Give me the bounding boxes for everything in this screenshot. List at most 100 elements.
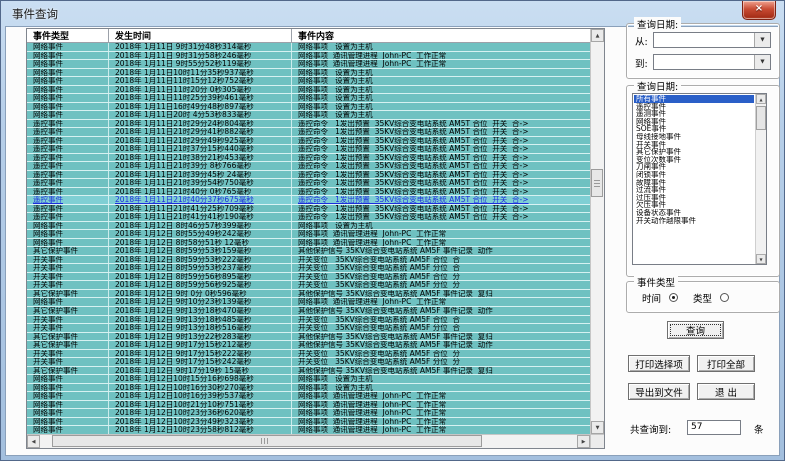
list-item[interactable]: 设备状态事件 [634, 209, 754, 217]
exit-button[interactable]: 退 出 [697, 383, 755, 400]
list-item[interactable]: 刀闸事件 [634, 163, 754, 171]
list-item[interactable]: 遥控事件 [634, 103, 754, 111]
cell-time: 2018年 1月12日10时23分49秒323毫秒 [109, 418, 292, 426]
to-date-combobox[interactable]: 2018年 1月12日 ▼ [653, 54, 771, 70]
to-dropdown-icon[interactable]: ▼ [754, 55, 770, 69]
print-selected-button[interactable]: 打印选择项 [628, 355, 690, 372]
cell-type: 网络事件 [27, 375, 109, 383]
listbox-scroll-down-icon[interactable]: ▼ [756, 254, 766, 264]
list-item[interactable]: SOE事件 [634, 125, 754, 133]
list-item[interactable]: 遥测事件 [634, 110, 754, 118]
from-date-combobox[interactable]: 2018年 1月11日 ▼ [653, 32, 771, 48]
table-row[interactable]: 其它保护事件2018年 1月12日 9时17分15秒212毫秒其他保护信号 35… [27, 341, 590, 350]
radio-type[interactable] [720, 293, 729, 302]
list-item[interactable]: 所有事件 [634, 95, 754, 103]
list-item[interactable]: 网络事件 [634, 118, 754, 126]
radio-time[interactable] [669, 293, 678, 302]
print-all-button[interactable]: 打印全部 [697, 355, 755, 372]
horizontal-scroll-thumb[interactable] [52, 435, 482, 447]
table-row[interactable]: 遥控事件2018年 1月11日21时37分15秒440毫秒遥控命令 1发出预置 … [27, 145, 590, 154]
cell-type: 网络事件 [27, 94, 109, 102]
vertical-scrollbar[interactable]: ▲ ▼ [590, 29, 604, 434]
table-row[interactable]: 开关事件2018年 1月12日 9时17分15秒242毫秒开关变位 35KV综合… [27, 358, 590, 367]
table-header-event-content: 事件内容 [292, 29, 590, 42]
scroll-down-icon[interactable]: ▼ [591, 421, 604, 434]
table-row[interactable]: 网络事件2018年 1月12日10时23分36秒620毫秒网络事项 通讯管理进程… [27, 409, 590, 418]
event-type-listbox[interactable]: 所有事件遥控事件遥测事件网络事件SOE事件母线接地事件开关事件其它保护事件变位次… [632, 93, 767, 265]
table-row[interactable]: 开关事件2018年 1月12日 9时13分18秒516毫秒开关变位 35KV综合… [27, 324, 590, 333]
listbox-scroll-thumb[interactable] [756, 106, 766, 130]
table-row[interactable]: 遥控事件2018年 1月11日21时39分 8秒766毫秒遥控命令 1发出预置 … [27, 162, 590, 171]
table-row[interactable]: 遥控事件2018年 1月11日21时38分21秒453毫秒遥控命令 1发出预置 … [27, 154, 590, 163]
list-item[interactable]: 过压事件 [634, 194, 754, 202]
table-row[interactable]: 网络事件2018年 1月12日10时23分49秒323毫秒网络事项 通讯管理进程… [27, 418, 590, 427]
cell-content: 网络事项 设置为主机 [292, 43, 590, 51]
table-row[interactable]: 其它保护事件2018年 1月12日 9时13分18秒470毫秒其他保护信号 35… [27, 307, 590, 316]
table-row[interactable]: 网络事件2018年 1月11日11时15分12秒752毫秒网络事项 设置为主机 [27, 77, 590, 86]
table-row[interactable]: 网络事件2018年 1月12日 8时46分57秒399毫秒网络事项 设置为主机 [27, 222, 590, 231]
list-item[interactable]: 开关事件 [634, 141, 754, 149]
export-to-file-button[interactable]: 导出到文件 [628, 383, 690, 400]
list-item[interactable]: 变位次数事件 [634, 156, 754, 164]
table-row[interactable]: 开关事件2018年 1月12日 9时17分15秒222毫秒开关变位 35KV综合… [27, 350, 590, 359]
cell-type: 开关事件 [27, 256, 109, 264]
table-row[interactable]: 遥控事件2018年 1月11日21时40分 0秒765毫秒遥控命令 1发出预置 … [27, 188, 590, 197]
table-row[interactable]: 网络事件2018年 1月11日10时11分35秒937毫秒网络事项 设置为主机 [27, 69, 590, 78]
table-row[interactable]: 其它保护事件2018年 1月12日 8时59分53秒159毫秒其他保护信号 35… [27, 247, 590, 256]
table-row[interactable]: 开关事件2018年 1月12日 9时13分18秒485毫秒开关变位 35KV综合… [27, 316, 590, 325]
cell-time: 2018年 1月12日 8时59分56秒895毫秒 [109, 273, 292, 281]
table-row[interactable]: 网络事件2018年 1月12日 9时10分23秒139毫秒网络事项 通讯管理进程… [27, 298, 590, 307]
list-item[interactable]: 欠压事件 [634, 201, 754, 209]
vertical-scroll-thumb[interactable] [591, 169, 603, 197]
table-row[interactable]: 网络事件2018年 1月12日10时16分39秒537毫秒网络事项 通讯管理进程… [27, 392, 590, 401]
table-row[interactable]: 遥控事件2018年 1月11日21时40分37秒675毫秒遥控命令 1发出预置 … [27, 196, 590, 205]
table-row[interactable]: 网络事件2018年 1月12日10时16分30秒270毫秒网络事项 设置为主机 [27, 384, 590, 393]
table-row[interactable]: 网络事件2018年 1月12日 8时58分51秒 12毫秒网络事项 通讯管理进程… [27, 239, 590, 248]
table-row[interactable]: 其它保护事件2018年 1月12日 9时13分22秒283毫秒其他保护信号 35… [27, 333, 590, 342]
list-item[interactable]: 过流事件 [634, 186, 754, 194]
close-button[interactable]: × [742, 1, 776, 20]
table-row[interactable]: 遥控事件2018年 1月11日21时39分45秒 24毫秒遥控命令 1发出预置 … [27, 171, 590, 180]
listbox-scrollbar[interactable]: ▲ ▼ [755, 94, 766, 264]
table-row[interactable]: 网络事件2018年 1月11日11时25分39秒461毫秒网络事项 设置为主机 [27, 94, 590, 103]
cell-content: 开关变位 35KV综合变电站系统 AM5F 合位 合 [292, 256, 590, 264]
table-row[interactable]: 网络事件2018年 1月11日16时49分48秒897毫秒网络事项 设置为主机 [27, 103, 590, 112]
table-row[interactable]: 网络事件2018年 1月11日 9时31分48秒314毫秒网络事项 设置为主机 [27, 43, 590, 52]
cell-content: 网络事项 设置为主机 [292, 384, 590, 392]
table-row[interactable]: 开关事件2018年 1月12日 8时59分53秒222毫秒开关变位 35KV综合… [27, 256, 590, 265]
table-row[interactable]: 遥控事件2018年 1月11日21时29分49秒925毫秒遥控命令 1发出预置 … [27, 137, 590, 146]
table-row[interactable]: 网络事件2018年 1月12日10时23分58秒812毫秒网络事项 通讯管理进程… [27, 426, 590, 434]
scroll-up-icon[interactable]: ▲ [591, 29, 604, 42]
table-row[interactable]: 遥控事件2018年 1月11日21时39分54秒750毫秒遥控命令 1发出预置 … [27, 179, 590, 188]
table-row[interactable]: 其它保护事件2018年 1月12日 9时 0分 0秒596毫秒其他保护信号 35… [27, 290, 590, 299]
table-row[interactable]: 其它保护事件2018年 1月12日 9时17分19秒 15毫秒其他保护信号 35… [27, 367, 590, 376]
result-count-field[interactable]: 57 [687, 420, 741, 435]
scroll-left-icon[interactable]: ◀ [27, 435, 40, 448]
table-row[interactable]: 网络事件2018年 1月12日10时21分10秒751毫秒网络事项 通讯管理进程… [27, 401, 590, 410]
list-item[interactable]: 闭锁事件 [634, 171, 754, 179]
from-dropdown-icon[interactable]: ▼ [754, 33, 770, 47]
query-button[interactable]: 查询 [667, 321, 724, 339]
scroll-right-icon[interactable]: ▶ [577, 435, 590, 448]
table-row[interactable]: 开关事件2018年 1月12日 8时59分56秒925毫秒开关变位 35KV综合… [27, 281, 590, 290]
list-item[interactable]: 母线接地事件 [634, 133, 754, 141]
table-row[interactable]: 网络事件2018年 1月11日 9时31分58秒246毫秒网络事项 通讯管理进程… [27, 52, 590, 61]
list-item[interactable]: 开关动作越限事件 [634, 217, 754, 225]
table-row[interactable]: 网络事件2018年 1月12日10时15分16秒698毫秒网络事项 设置为主机 [27, 375, 590, 384]
close-icon: × [755, 3, 763, 14]
table-row[interactable]: 遥控事件2018年 1月11日21时29分24秒804毫秒遥控命令 1发出预置 … [27, 120, 590, 129]
table-header-event-type: 事件类型 [27, 29, 109, 42]
listbox-scroll-up-icon[interactable]: ▲ [756, 94, 766, 104]
table-row[interactable]: 开关事件2018年 1月12日 8时59分56秒895毫秒开关变位 35KV综合… [27, 273, 590, 282]
table-row[interactable]: 网络事件2018年 1月11日20时 4分53秒833毫秒网络事项 设置为主机 [27, 111, 590, 120]
table-row[interactable]: 网络事件2018年 1月12日 8时55分49秒242毫秒网络事项 通讯管理进程… [27, 230, 590, 239]
table-row[interactable]: 遥控事件2018年 1月11日21时41分25秒709毫秒遥控命令 1发出预置 … [27, 205, 590, 214]
list-item[interactable]: 故障事件 [634, 179, 754, 187]
table-row[interactable]: 遥控事件2018年 1月11日21时29分41秒882毫秒遥控命令 1发出预置 … [27, 128, 590, 137]
list-item[interactable]: 其它保护事件 [634, 148, 754, 156]
horizontal-scrollbar[interactable]: ◀ ▶ [27, 434, 590, 448]
table-row[interactable]: 网络事件2018年 1月11日11时20分 0秒305毫秒网络事项 设置为主机 [27, 86, 590, 95]
table-row[interactable]: 开关事件2018年 1月12日 8时59分53秒237毫秒开关变位 35KV综合… [27, 264, 590, 273]
table-row[interactable]: 网络事件2018年 1月11日 9时55分52秒119毫秒网络事项 通讯管理进程… [27, 60, 590, 69]
table-row[interactable]: 遥控事件2018年 1月11日21时41分41秒190毫秒遥控命令 1发出预置 … [27, 213, 590, 222]
